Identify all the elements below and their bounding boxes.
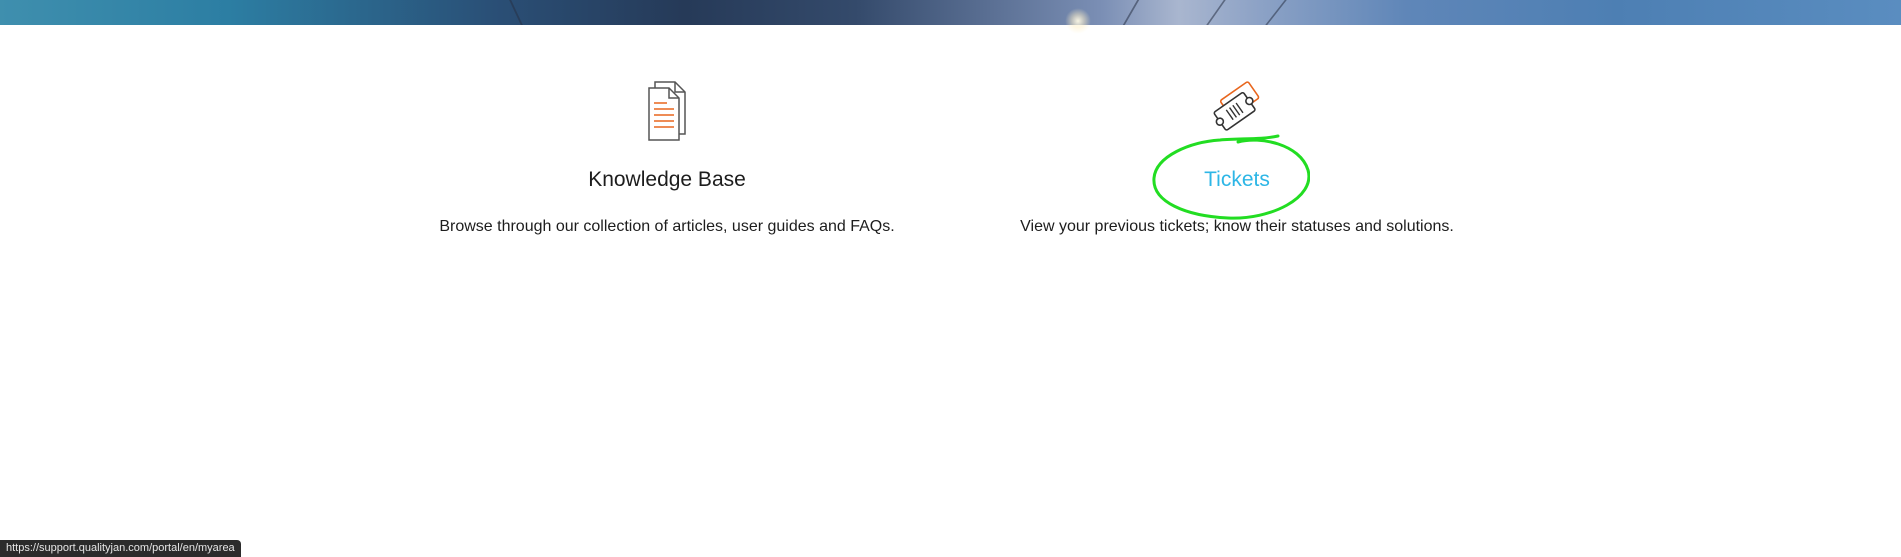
portal-page: Knowledge Base Browse through our collec…: [0, 0, 1901, 557]
banner-decor-line: [1122, 0, 1140, 25]
knowledge-base-title[interactable]: Knowledge Base: [417, 168, 917, 192]
tickets-title-link[interactable]: Tickets: [987, 168, 1487, 192]
knowledge-base-card[interactable]: Knowledge Base Browse through our collec…: [417, 78, 917, 235]
ticket-icon[interactable]: [1204, 78, 1270, 134]
status-bar-url: https://support.qualityjan.com/portal/en…: [0, 540, 241, 557]
banner-sun-glow: [1065, 8, 1091, 34]
banner-decor-line: [1265, 0, 1287, 25]
header-banner-image: [0, 0, 1901, 34]
document-stack-icon[interactable]: [641, 78, 693, 144]
tickets-description: View your previous tickets; know their s…: [1020, 218, 1454, 235]
banner-decor-line: [509, 0, 523, 25]
banner-decor-line: [1206, 0, 1226, 25]
knowledge-base-description: Browse through our collection of article…: [439, 218, 895, 235]
tickets-card[interactable]: Tickets View your previous tickets; know…: [987, 78, 1487, 235]
